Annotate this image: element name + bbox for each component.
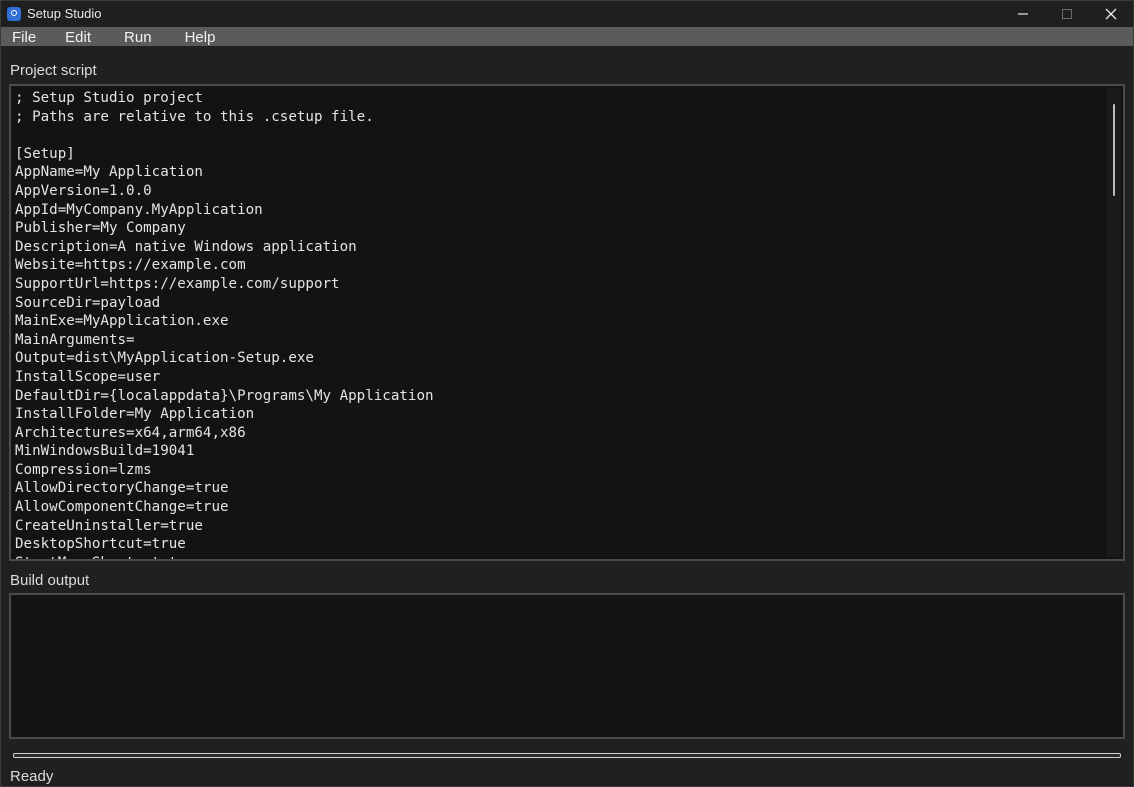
script-line: SourceDir=payload [15, 294, 161, 311]
script-line: StartMenuShortcut=true [15, 554, 434, 559]
script-line: AppVersion=1.0.0 [15, 182, 152, 199]
script-line: InstallFolder=My Application [15, 406, 255, 423]
title-bar[interactable]: Setup Studio [1, 1, 1133, 26]
project-script-editor[interactable]: ; Setup Studio project ; Paths are relati… [9, 84, 1125, 561]
script-line: DefaultDir={localappdata}\Programs\My Ap… [15, 387, 434, 404]
script-line: AppName=My Application [15, 164, 203, 181]
script-text[interactable]: ; Setup Studio project ; Paths are relati… [15, 89, 434, 559]
script-line: CreateUninstaller=true [15, 517, 203, 534]
menu-edit[interactable]: Edit [54, 28, 101, 47]
script-line [15, 126, 434, 145]
script-line: SupportUrl=https://example.com/support [15, 275, 340, 292]
script-line: Architectures=x64,arm64,x86 [15, 424, 246, 441]
status-text: Ready [10, 768, 54, 785]
script-line: MinWindowsBuild=19041 [15, 443, 195, 460]
minimize-button[interactable] [1001, 1, 1045, 26]
script-line: Compression=lzms [15, 461, 152, 478]
script-line: ; Setup Studio project [15, 90, 203, 106]
script-line: Publisher=My Company [15, 220, 186, 237]
menu-bar: File Edit Run Help [1, 27, 1133, 46]
script-line: AppId=MyCompany.MyApplication [15, 201, 263, 218]
script-line: Description=A native Windows application [15, 238, 357, 255]
editor-scrollbar[interactable] [1107, 88, 1121, 557]
close-icon [1105, 8, 1117, 19]
project-script-label: Project script [10, 62, 97, 79]
app-window: Setup Studio File Edit Run Help Project … [0, 0, 1134, 787]
app-logo-icon [7, 6, 21, 21]
maximize-button[interactable] [1045, 1, 1089, 26]
script-line: MainExe=MyApplication.exe [15, 313, 229, 330]
script-line: InstallScope=user [15, 368, 161, 385]
script-line: [Setup] [15, 145, 75, 162]
close-button[interactable] [1089, 1, 1133, 26]
script-line: Website=https://example.com [15, 257, 246, 274]
script-line: AllowComponentChange=true [15, 499, 229, 516]
script-line: ; Paths are relative to this .csetup fil… [15, 108, 374, 125]
minimize-icon [1018, 12, 1028, 15]
script-line: Output=dist\MyApplication-Setup.exe [15, 350, 314, 367]
menu-help[interactable]: Help [174, 28, 226, 47]
build-progress-bar [13, 753, 1121, 758]
window-title: Setup Studio [27, 6, 102, 21]
maximize-icon [1062, 8, 1072, 19]
script-line: DesktopShortcut=true [15, 536, 186, 553]
menu-file[interactable]: File [1, 28, 46, 47]
script-line: MainArguments= [15, 331, 135, 348]
build-output-label: Build output [10, 572, 90, 589]
window-controls [1001, 1, 1133, 26]
script-line: AllowDirectoryChange=true [15, 480, 229, 497]
build-output-area[interactable] [9, 593, 1125, 739]
menu-run[interactable]: Run [113, 28, 162, 47]
scrollbar-thumb[interactable] [1113, 104, 1115, 196]
